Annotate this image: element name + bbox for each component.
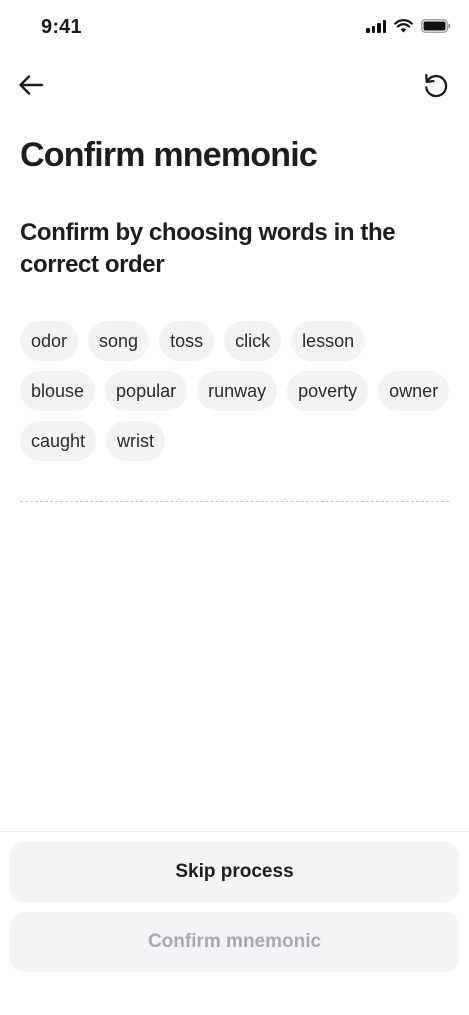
word-chip[interactable]: blouse: [20, 371, 96, 411]
confirm-mnemonic-screen: 9:41 Confirm mnemonic Confirm by choosin…: [0, 0, 469, 1015]
page-title: Confirm mnemonic: [20, 136, 318, 174]
arrow-left-icon: [19, 75, 44, 95]
cellular-signal-icon: [366, 19, 386, 33]
wifi-icon: [394, 19, 413, 33]
selection-area-divider: [20, 501, 449, 502]
word-chip[interactable]: lesson: [291, 321, 366, 361]
instruction-text: Confirm by choosing words in the correct…: [20, 219, 396, 278]
status-time: 9:41: [41, 16, 82, 38]
word-chip[interactable]: caught: [20, 421, 97, 461]
word-chip[interactable]: popular: [105, 371, 188, 411]
word-chip[interactable]: toss: [159, 321, 215, 361]
word-chip[interactable]: click: [224, 321, 282, 361]
word-chip[interactable]: song: [88, 321, 150, 361]
reset-button[interactable]: [419, 68, 453, 102]
status-bar: 9:41: [0, 0, 469, 56]
word-chip[interactable]: owner: [378, 371, 450, 411]
word-chip[interactable]: poverty: [287, 371, 369, 411]
back-button[interactable]: [14, 68, 48, 102]
word-chip[interactable]: odor: [20, 321, 79, 361]
word-chip[interactable]: wrist: [106, 421, 166, 461]
footer-divider: [0, 831, 469, 832]
rotate-ccw-icon: [425, 74, 448, 98]
skip-process-button[interactable]: Skip process: [10, 842, 459, 902]
confirm-mnemonic-button[interactable]: Confirm mnemonic: [10, 912, 459, 972]
word-chip[interactable]: runway: [197, 371, 278, 411]
status-icons: [366, 19, 451, 33]
battery-icon: [421, 19, 451, 33]
word-chip-list: odor song toss click lesson blouse popul…: [20, 321, 450, 461]
